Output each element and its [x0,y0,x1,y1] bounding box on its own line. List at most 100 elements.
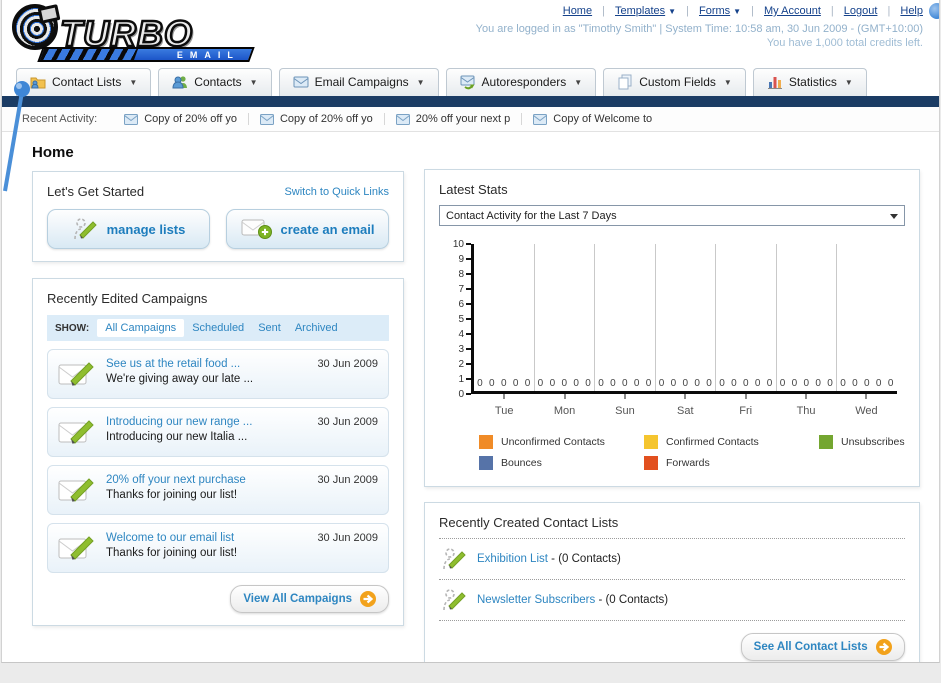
autoresponders-icon [460,74,476,90]
campaign-list-item[interactable]: Introducing our new range ... Introducin… [47,407,389,457]
top-link[interactable]: Help [900,5,923,17]
main-nav-tab-label: Autoresponders [481,75,567,89]
chart-value-label: 0 [791,378,798,389]
chart-x-labels: Tue Mon Sun Sat Fri Thu Wed [474,394,897,419]
switch-quick-links[interactable]: Switch to Quick Links [284,186,389,198]
right-column: Latest Stats Contact Activity for the La… [424,169,920,662]
top-link-label[interactable]: Home [563,5,592,17]
chart-value-label: 0 [779,378,786,389]
chart-value-label: 0 [549,378,556,389]
stats-selector-value: Contact Activity for the Last 7 Days [446,209,617,222]
y-tick: 9 [458,254,471,265]
contact-list-name-link[interactable]: Exhibition List [477,553,548,565]
y-tick: 0 [458,389,471,400]
campaign-list-item[interactable]: See us at the retail food ... We're givi… [47,349,389,399]
chart-value-label: 0 [803,378,810,389]
contact-list-name-link[interactable]: Newsletter Subscribers [477,594,595,606]
stats-selector[interactable]: Contact Activity for the Last 7 Days [439,205,905,226]
x-tick-label: Wed [836,394,896,419]
legend-item: Confirmed Contacts [644,435,819,449]
main-nav-tab[interactable]: Custom Fields ▼ [603,68,746,96]
campaign-title-link[interactable]: Welcome to our email list [106,532,307,544]
chart-value-label: 0 [682,378,689,389]
chart-value-label: 0 [477,378,483,389]
chart-value-label: 0 [621,378,628,389]
recent-activity-item[interactable]: Copy of 20% off yo [113,113,249,125]
top-link[interactable]: Forms ▼ [699,5,761,17]
top-link[interactable]: Logout [844,5,898,17]
create-email-label: create an email [280,221,375,237]
campaign-date: 30 Jun 2009 [317,474,378,486]
chart-day-group: 00000 [533,244,595,391]
logo-brand-text: TURBO [59,12,194,54]
custom-fields-icon [617,74,633,90]
credits-info: You have 1,000 total credits left. [766,37,923,49]
view-all-campaigns-label: View All Campaigns [243,593,352,605]
y-tick: 5 [458,314,471,325]
campaign-date: 30 Jun 2009 [317,532,378,544]
create-email-button[interactable]: create an email [226,209,389,249]
main-nav-tab[interactable]: Contacts ▼ [158,68,272,96]
legend-label: Unsubscribes [841,436,905,448]
y-tick: 7 [458,284,471,295]
legend-swatch [644,435,658,449]
y-tick: 10 [453,239,471,250]
see-all-contact-lists-button[interactable]: See All Contact Lists [740,633,905,661]
recent-activity-item-label: Copy of 20% off yo [279,113,373,125]
campaign-title-link[interactable]: 20% off your next purchase [106,474,307,486]
legend-swatch [479,456,493,470]
recent-activity-item-label: 20% off your next p [415,113,511,125]
person-pencil-icon [443,589,466,611]
campaign-subtitle: We're giving away our late ... [106,373,254,385]
top-link-label[interactable]: Forms [699,5,730,17]
arrow-right-icon [875,639,892,655]
person-pencil-icon [443,548,466,570]
nav-divider-band [2,96,939,107]
campaign-filter[interactable]: All Campaigns [97,319,185,337]
recent-activity-item-label: Copy of 20% off yo [144,113,237,125]
chart-day-group: 00000 [474,244,534,391]
recent-activity-item[interactable]: Copy of Welcome to [522,113,663,125]
contact-list-item[interactable]: Exhibition List - (0 Contacts) [439,538,905,579]
header: TURBO EMAIL Home Templates▼ Forms▼ My Ac… [2,0,939,64]
chart-plot-area: 00000000000000000000000000000000000 [471,244,897,394]
top-link-label[interactable]: Templates [615,5,665,17]
top-link[interactable]: Templates ▼ [615,5,696,17]
contact-list-item[interactable]: Newsletter Subscribers - (0 Contacts) [439,579,905,621]
top-link-label[interactable]: Logout [844,5,878,17]
email-campaigns-icon [293,74,309,90]
contact-activity-chart: 0 1 2 3 4 5 6 7 8 9 10 000000000000000000000000000… [439,239,905,470]
main-nav-tab[interactable]: Statistics ▼ [752,68,867,96]
campaign-list-item[interactable]: 20% off your next purchase Thanks for jo… [47,465,389,515]
campaign-filter[interactable]: Scheduled [192,322,244,334]
campaign-list-item[interactable]: Welcome to our email list Thanks for joi… [47,523,389,573]
y-tick: 1 [458,374,471,385]
top-link[interactable]: My Account [764,5,841,17]
top-link-label[interactable]: Help [900,5,923,17]
top-link-label[interactable]: My Account [764,5,821,17]
top-link[interactable]: Home [563,5,612,17]
chart-day-group: 00000 [594,244,655,391]
main-nav-tab[interactable]: Contact Lists ▼ [16,68,152,96]
campaign-filter[interactable]: Archived [295,322,338,334]
recent-activity-item[interactable]: Copy of 20% off yo [249,113,385,125]
chart-day-group: 00000 [836,244,897,391]
recent-activity-item[interactable]: 20% off your next p [385,113,523,125]
manage-lists-button[interactable]: manage lists [47,209,210,249]
main-nav-tab[interactable]: Autoresponders ▼ [445,68,597,96]
show-label: SHOW: [55,322,90,334]
chevron-down-icon: ▼ [574,77,583,87]
chevron-down-icon: ▼ [723,77,732,87]
main-nav-tab[interactable]: Email Campaigns ▼ [278,68,439,96]
contact-list-items: Exhibition List - (0 Contacts) Newslette… [439,538,905,621]
campaign-title-link[interactable]: Introducing our new range ... [106,416,307,428]
campaign-filter[interactable]: Sent [258,322,281,334]
footer-band [0,663,941,681]
campaign-title-link[interactable]: See us at the retail food ... [106,358,307,370]
campaign-filters: All Campaigns Scheduled Sent Archived [97,319,351,337]
get-started-panel: Let's Get Started Switch to Quick Links … [32,171,404,262]
recent-activity-items: Copy of 20% off yo Copy of 20% off yo 20… [113,113,663,125]
view-all-campaigns-button[interactable]: View All Campaigns [230,585,389,613]
chart-value-label: 0 [524,378,531,389]
main-nav-tab-label: Contacts [194,75,242,89]
